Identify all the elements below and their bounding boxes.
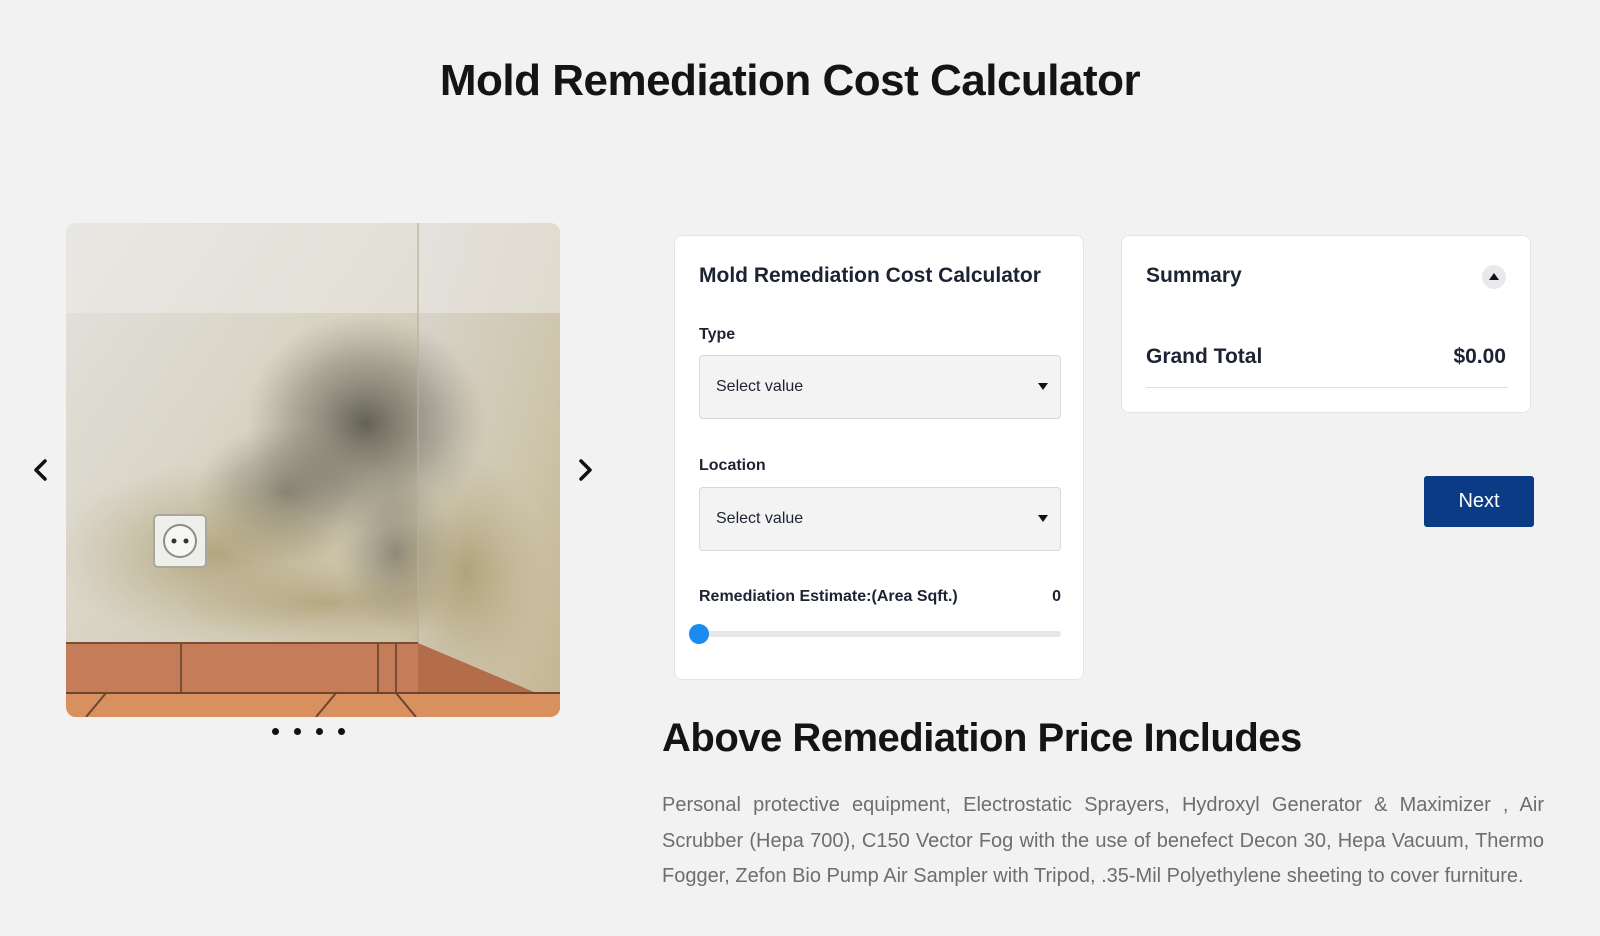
summary-card: Summary Grand Total $0.00 bbox=[1121, 235, 1531, 413]
includes-body: Personal protective equipment, Electrost… bbox=[662, 794, 1544, 887]
carousel-dot[interactable] bbox=[272, 728, 279, 735]
page-title: Mold Remediation Cost Calculator bbox=[439, 56, 1141, 105]
carousel-next-button[interactable] bbox=[574, 452, 598, 488]
caret-down-icon bbox=[1038, 383, 1048, 390]
next-button[interactable]: Next bbox=[1424, 476, 1534, 527]
grand-total-value: $0.00 bbox=[1453, 345, 1506, 368]
carousel-image bbox=[66, 223, 560, 717]
summary-title: Summary bbox=[1146, 264, 1242, 287]
includes-heading: Above Remediation Price Includes bbox=[662, 716, 1302, 760]
range-value: 0 bbox=[1052, 588, 1061, 605]
carousel-prev-button[interactable] bbox=[28, 452, 52, 488]
type-select[interactable]: Select value bbox=[699, 355, 1061, 419]
caret-up-icon bbox=[1489, 273, 1499, 280]
type-label: Type bbox=[699, 326, 736, 343]
summary-collapse-button[interactable] bbox=[1482, 265, 1506, 289]
chevron-left-icon bbox=[34, 459, 47, 481]
type-select-value: Select value bbox=[716, 378, 804, 395]
calculator-card: Mold Remediation Cost Calculator Type Se… bbox=[674, 235, 1084, 680]
carousel-dot[interactable] bbox=[316, 728, 323, 735]
caret-down-icon bbox=[1038, 515, 1048, 522]
grand-total-label: Grand Total bbox=[1146, 345, 1263, 368]
location-select-value: Select value bbox=[716, 510, 804, 527]
area-slider-thumb[interactable] bbox=[689, 624, 709, 644]
chevron-right-icon bbox=[579, 459, 592, 481]
location-select[interactable]: Select value bbox=[699, 487, 1061, 551]
calculator-title: Mold Remediation Cost Calculator bbox=[699, 264, 1041, 287]
carousel-dots bbox=[272, 728, 345, 735]
divider bbox=[1146, 387, 1508, 388]
location-label: Location bbox=[699, 457, 766, 474]
area-slider-track[interactable] bbox=[699, 631, 1061, 637]
range-label: Remediation Estimate:(Area Sqft.) bbox=[699, 588, 958, 605]
carousel-dot[interactable] bbox=[294, 728, 301, 735]
carousel-dot[interactable] bbox=[338, 728, 345, 735]
